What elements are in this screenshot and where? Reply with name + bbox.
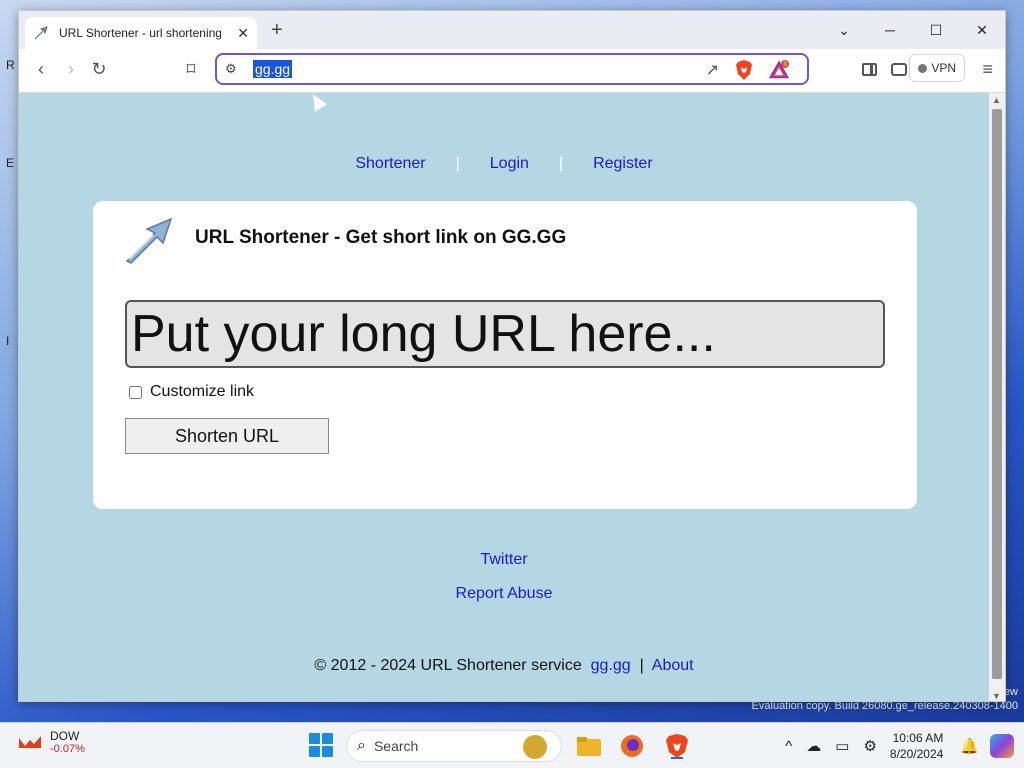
sidebar-toggle-icon[interactable] bbox=[862, 63, 877, 76]
copilot-icon[interactable] bbox=[990, 734, 1014, 758]
shortener-card: URL Shortener - Get short link on GG.GG … bbox=[93, 201, 917, 509]
stock-name: DOW bbox=[50, 729, 80, 743]
wallet-icon[interactable] bbox=[891, 63, 907, 76]
close-window-button[interactable]: ✕ bbox=[959, 22, 1005, 39]
search-highlight-icon bbox=[523, 735, 547, 759]
search-placeholder: Search bbox=[373, 738, 419, 754]
site-settings-icon[interactable]: ⚙ bbox=[225, 61, 237, 77]
desktop-fragment: E bbox=[6, 156, 15, 170]
window-controls: ⌄ ─ ☐ ✕ bbox=[821, 11, 1005, 49]
customize-link-label: Customize link bbox=[150, 383, 255, 400]
new-tab-button[interactable]: + bbox=[271, 19, 283, 42]
taskbar-search[interactable]: ⌕ Search bbox=[346, 730, 562, 762]
clock-time: 10:06 AM bbox=[892, 731, 944, 745]
display-icon[interactable]: ▭ bbox=[835, 737, 849, 755]
menu-icon[interactable]: ≡ bbox=[982, 59, 993, 80]
search-icon: ⌕ bbox=[357, 737, 366, 754]
system-tray: ^ ☁ ▭ ⚙ 10:06 AM 8/20/2024 🔔 bbox=[778, 723, 1024, 768]
nav-login-link[interactable]: Login bbox=[490, 155, 529, 173]
windows-start-icon[interactable] bbox=[309, 733, 333, 757]
tab-strip: URL Shortener - url shortening ✕ + ⌄ ─ ☐… bbox=[19, 11, 1005, 49]
clock-date: 8/20/2024 bbox=[889, 747, 944, 761]
firefox-icon[interactable] bbox=[619, 733, 645, 759]
nav-shortener-link[interactable]: Shortener bbox=[355, 155, 425, 173]
desktop-fragment: R bbox=[6, 58, 15, 72]
reload-button[interactable]: ↻ bbox=[87, 59, 111, 80]
footer-about-link[interactable]: About bbox=[652, 657, 694, 674]
stock-change: -0.07% bbox=[50, 743, 85, 755]
web-page: Shortener | Login | Register URL Shorten… bbox=[19, 93, 989, 701]
active-tab[interactable]: URL Shortener - url shortening ✕ bbox=[25, 17, 257, 49]
nav-separator: | bbox=[558, 155, 564, 172]
tray-chevron-icon[interactable]: ^ bbox=[785, 738, 792, 755]
share-icon[interactable]: ↗ bbox=[706, 60, 719, 80]
customize-link-checkbox[interactable] bbox=[129, 385, 142, 399]
tab-close-icon[interactable]: ✕ bbox=[237, 25, 249, 42]
report-abuse-link[interactable]: Report Abuse bbox=[19, 585, 989, 603]
footer-site-link[interactable]: gg.gg bbox=[591, 657, 631, 674]
footer-separator: | bbox=[639, 657, 644, 674]
vpn-status-dot bbox=[918, 63, 928, 73]
page-scrollbar[interactable]: ▲ ▼ bbox=[989, 93, 1005, 701]
tab-title: URL Shortener - url shortening bbox=[59, 26, 221, 40]
watermark-tail: ew bbox=[1003, 686, 1018, 698]
network-offline-icon[interactable]: ☁ bbox=[806, 737, 821, 755]
address-bar[interactable]: ⚙ gg.gg ↗ 3 bbox=[215, 53, 809, 85]
long-url-input[interactable] bbox=[125, 300, 885, 368]
desktop-fragment: I bbox=[6, 334, 10, 348]
file-explorer-icon[interactable] bbox=[576, 733, 602, 759]
scroll-thumb[interactable] bbox=[992, 109, 1002, 679]
back-button[interactable]: ‹ bbox=[29, 59, 53, 80]
maximize-button[interactable]: ☐ bbox=[913, 22, 959, 39]
brave-browser-icon[interactable] bbox=[664, 733, 690, 759]
browser-toolbar: ‹ › ↻ ⌑ ⚙ gg.gg ↗ 3 VPN ≡ bbox=[19, 49, 1005, 93]
brave-rewards-icon[interactable]: 3 bbox=[769, 60, 789, 80]
twitter-link[interactable]: Twitter bbox=[19, 551, 989, 569]
vpn-button[interactable]: VPN bbox=[909, 54, 965, 82]
taskbar-clock[interactable]: 10:06 AM 8/20/2024 bbox=[890, 730, 943, 762]
scroll-up-arrow-icon[interactable]: ▲ bbox=[992, 95, 1001, 105]
vpn-label: VPN bbox=[931, 61, 956, 75]
bookmark-icon[interactable]: ⌑ bbox=[179, 59, 203, 80]
url-text[interactable]: gg.gg bbox=[253, 60, 293, 78]
shorten-url-button[interactable]: Shorten URL bbox=[125, 418, 329, 454]
tab-list-dropdown-icon[interactable]: ⌄ bbox=[821, 22, 867, 39]
brave-shields-icon[interactable] bbox=[735, 60, 753, 80]
taskbar: DOW -0.07% ⌕ Search ^ ☁ ▭ ⚙ 10:06 AM 8/2… bbox=[0, 722, 1024, 768]
settings-status-icon[interactable]: ⚙ bbox=[863, 737, 876, 755]
site-nav: Shortener | Login | Register bbox=[19, 155, 989, 173]
footer-copyright: © 2012 - 2024 URL Shortener service gg.g… bbox=[19, 657, 989, 675]
notification-bell-icon[interactable]: 🔔 bbox=[960, 737, 979, 755]
forward-button[interactable]: › bbox=[59, 59, 83, 80]
minimize-button[interactable]: ─ bbox=[867, 22, 913, 38]
stock-widget[interactable]: DOW -0.07% bbox=[18, 729, 85, 755]
nav-register-link[interactable]: Register bbox=[593, 155, 653, 173]
browser-window: URL Shortener - url shortening ✕ + ⌄ ─ ☐… bbox=[18, 10, 1006, 702]
url-arrow-favicon-icon bbox=[34, 26, 48, 40]
customize-link-option[interactable]: Customize link bbox=[129, 383, 254, 401]
card-title: URL Shortener - Get short link on GG.GG bbox=[195, 227, 567, 248]
stock-chart-icon bbox=[19, 736, 41, 748]
copyright-text: © 2012 - 2024 URL Shortener service bbox=[314, 657, 582, 674]
arrow-logo-icon bbox=[125, 217, 173, 264]
nav-separator: | bbox=[455, 155, 460, 172]
scroll-down-arrow-icon[interactable]: ▼ bbox=[992, 691, 1001, 701]
